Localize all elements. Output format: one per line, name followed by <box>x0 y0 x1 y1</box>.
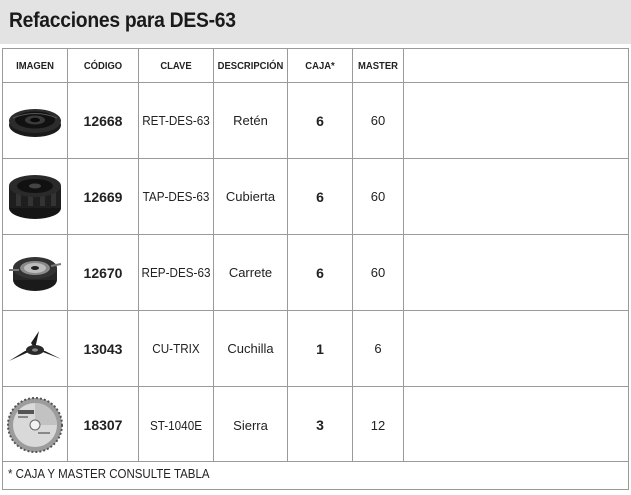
line-spool-reel-icon <box>3 235 67 310</box>
row-4-clave: CU-TRIX <box>152 341 200 356</box>
header-clave: CLAVE <box>160 60 192 72</box>
row-3-master: 60 <box>370 265 386 280</box>
spool-cap-retainer-icon <box>3 83 67 158</box>
row-5-descripcion: Sierra <box>233 417 268 433</box>
row-5-clave: ST-1040E <box>149 417 203 433</box>
row-2-clave: TAP-DES-63 <box>142 189 210 204</box>
header-descripcion: DESCRIPCIÓN <box>217 60 284 72</box>
row-3-descripcion: Carrete <box>228 265 273 280</box>
header-imagen: IMAGEN <box>16 60 54 72</box>
row-4-codigo: 13043 <box>83 340 123 357</box>
title-bar: Refacciones para DES-63 <box>0 0 631 44</box>
row-1-master: 60 <box>370 113 386 128</box>
row-1-clave: RET-DES-63 <box>142 113 210 128</box>
header-codigo: CÓDIGO <box>83 60 123 72</box>
row-4-caja: 1 <box>316 340 324 357</box>
row-4-master: 6 <box>374 341 382 356</box>
row-5-caja: 3 <box>316 417 324 433</box>
footnote-box: * CAJA Y MASTER CONSULTE TABLA <box>2 462 629 490</box>
header-caja: CAJA* <box>305 60 335 72</box>
row-1-codigo: 12668 <box>83 112 123 129</box>
row-3-caja: 6 <box>316 264 324 281</box>
row-5-master: 12 <box>370 417 386 433</box>
header-master: MASTER <box>358 60 398 72</box>
row-2-descripcion: Cubierta <box>225 189 276 204</box>
row-2-master: 60 <box>370 189 386 204</box>
parts-table-page: Refacciones para DES-63 IMAGEN CÓDIGO CL… <box>0 0 631 495</box>
row-1-descripcion: Retén <box>233 113 268 128</box>
circular-saw-blade-icon <box>3 387 67 463</box>
row-3-codigo: 12670 <box>83 264 123 281</box>
footnote: * CAJA Y MASTER CONSULTE TABLA <box>8 467 210 481</box>
row-5-codigo: 18307 <box>83 417 123 433</box>
page-title: Refacciones para DES-63 <box>9 9 236 32</box>
row-4-descripcion: Cuchilla <box>227 341 274 356</box>
spool-cover-icon <box>3 159 67 234</box>
row-3-clave: REP-DES-63 <box>141 265 211 280</box>
three-blade-cutter-icon <box>3 311 67 386</box>
row-2-caja: 6 <box>316 188 324 205</box>
row-1-caja: 6 <box>316 112 324 129</box>
parts-table: IMAGEN CÓDIGO CLAVE DESCRIPCIÓN CAJA* MA… <box>2 48 629 462</box>
row-2-codigo: 12669 <box>83 188 123 205</box>
